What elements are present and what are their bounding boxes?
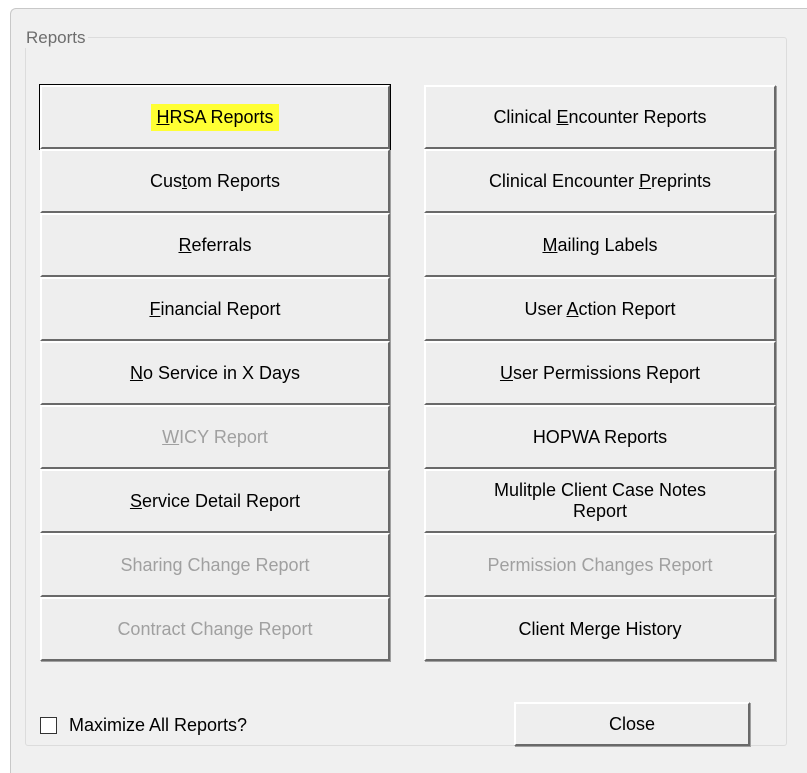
reports-group-title: Reports <box>24 28 88 48</box>
client-merge-label: Client Merge History <box>518 618 682 639</box>
wicy-report-button: WICY Report <box>40 405 390 469</box>
user-permissions-report-button[interactable]: User Permissions Report <box>424 341 776 405</box>
mailing-labels-button[interactable]: Mailing Labels <box>424 213 776 277</box>
wicy-report-label: WICY Report <box>162 426 268 447</box>
user-action-label: User Action Report <box>524 298 676 319</box>
clinical-encounter-preprints-button[interactable]: Clinical Encounter Preprints <box>424 149 776 213</box>
no-service-button[interactable]: No Service in X Days <box>40 341 390 405</box>
custom-reports-button[interactable]: Custom Reports <box>40 149 390 213</box>
no-service-label: No Service in X Days <box>129 362 301 383</box>
service-detail-button[interactable]: Service Detail Report <box>40 469 390 533</box>
close-label: Close <box>608 713 656 734</box>
financial-report-label: Financial Report <box>149 298 281 319</box>
referrals-label: Referrals <box>178 234 252 255</box>
clinical-encounter-label: Clinical Encounter Reports <box>493 106 707 127</box>
sharing-change-button: Sharing Change Report <box>40 533 390 597</box>
preprints-label: Clinical Encounter Preprints <box>488 170 712 191</box>
clinical-encounter-reports-button[interactable]: Clinical Encounter Reports <box>424 85 776 149</box>
permission-changes-button: Permission Changes Report <box>424 533 776 597</box>
contract-change-button: Contract Change Report <box>40 597 390 661</box>
referrals-button[interactable]: Referrals <box>40 213 390 277</box>
hopwa-reports-button[interactable]: HOPWA Reports <box>424 405 776 469</box>
mailing-labels-label: Mailing Labels <box>542 234 658 255</box>
close-button[interactable]: Close <box>514 702 750 746</box>
user-action-report-button[interactable]: User Action Report <box>424 277 776 341</box>
financial-report-button[interactable]: Financial Report <box>40 277 390 341</box>
hrsa-highlight: HRSA Reports <box>151 103 279 131</box>
maximize-label: Maximize All Reports? <box>69 715 248 735</box>
user-permissions-label: User Permissions Report <box>499 362 701 383</box>
hopwa-label: HOPWA Reports <box>532 426 668 447</box>
sharing-change-label: Sharing Change Report <box>120 554 310 575</box>
service-detail-label: Service Detail Report <box>129 490 301 511</box>
custom-reports-label: Custom Reports <box>149 170 281 191</box>
case-notes-report-button[interactable]: Mulitple Client Case Notes Report <box>424 469 776 533</box>
client-merge-history-button[interactable]: Client Merge History <box>424 597 776 661</box>
case-notes-label: Mulitple Client Case Notes Report <box>493 480 707 521</box>
permission-changes-label: Permission Changes Report <box>487 554 713 575</box>
contract-change-label: Contract Change Report <box>117 618 313 639</box>
maximize-checkbox[interactable] <box>40 717 57 734</box>
maximize-option[interactable]: Maximize All Reports? <box>40 715 247 736</box>
hrsa-reports-button[interactable]: HRSA Reports <box>39 84 391 150</box>
